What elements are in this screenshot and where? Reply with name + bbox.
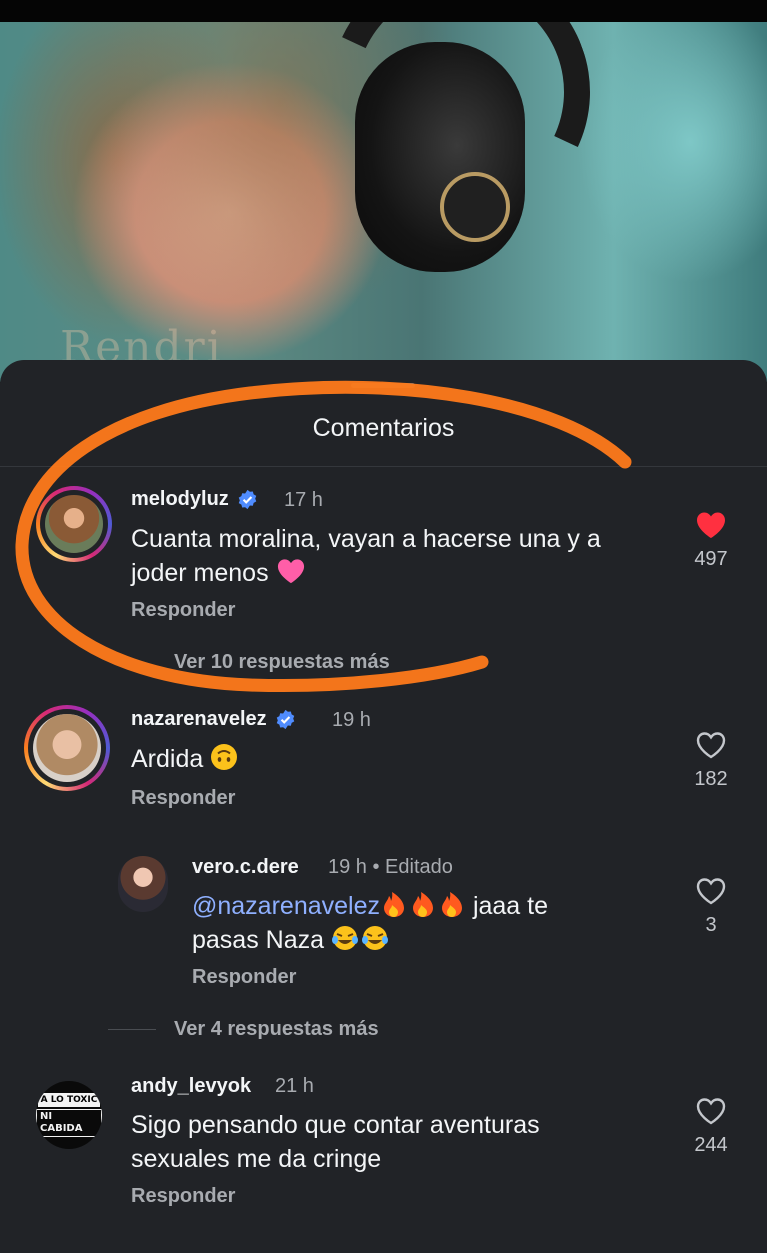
heart-outline-icon [696, 732, 726, 759]
mention-link[interactable]: @nazarenavelez [192, 892, 380, 920]
avatar[interactable] [118, 856, 168, 912]
avatar [45, 495, 103, 553]
verified-badge-icon [276, 709, 294, 730]
verified-badge-icon [238, 489, 257, 510]
like-count: 497 [694, 548, 728, 570]
comment-username[interactable]: nazarenavelez [131, 708, 296, 731]
divider [0, 466, 767, 467]
reply-button[interactable]: Responder [131, 787, 235, 810]
view-more-replies-label: Ver 4 respuestas más [174, 1018, 379, 1040]
avatar-story-ring[interactable] [24, 705, 110, 791]
view-more-replies-button[interactable]: Ver 10 respuestas más [174, 651, 390, 674]
headphones-detail [440, 172, 510, 242]
like-button[interactable]: 244 [681, 1096, 741, 1157]
comment-text-line-1: Sigo pensando que contar aventuras [131, 1111, 540, 1139]
comment-text-content: Ardida [131, 745, 204, 773]
status-bar [0, 0, 767, 22]
like-count: 244 [694, 1134, 728, 1156]
comment-text-line-1: Cuanta moralina, vayan a hacerse una y a [131, 525, 601, 553]
comment-text: Sigo pensando que contar aventuras sexua… [131, 1108, 540, 1176]
sheet-drag-handle[interactable] [351, 383, 415, 388]
comment-text: Ardida [131, 742, 238, 776]
comment-username[interactable]: andy_levyok [131, 1075, 251, 1098]
comment-time: 21 h [275, 1075, 314, 1097]
reply-text-line-2: pasas Naza [192, 926, 325, 954]
reply-button[interactable]: Responder [192, 966, 296, 989]
video-player[interactable]: Rendri [0, 22, 767, 382]
tears-of-joy-emoji-icon [331, 926, 388, 950]
avatar[interactable]: A LO TOXIC NI CABIDA [36, 1081, 102, 1149]
upside-down-face-emoji-icon [211, 744, 238, 770]
comment-text-line-2: joder menos [131, 559, 269, 587]
like-count: 3 [705, 914, 717, 936]
pink-heart-emoji-icon [277, 559, 304, 584]
view-more-replies-button[interactable]: Ver 4 respuestas más [108, 1018, 379, 1041]
comment-time: 17 h [284, 489, 323, 511]
comment-text-line-2: sexuales me da cringe [131, 1145, 382, 1173]
username-text: melodyluz [131, 488, 229, 510]
username-text: nazarenavelez [131, 708, 267, 730]
sheet-title: Comentarios [312, 414, 455, 442]
reply-text-after-mention: jaaa te [466, 892, 549, 920]
fire-emoji-icon [380, 892, 466, 920]
avatar-text-line-2: NI CABIDA [36, 1109, 102, 1137]
avatar [33, 714, 101, 782]
reply-text: @nazarenavelez jaaa te pasas Naza [192, 889, 652, 957]
heart-outline-icon [696, 1098, 726, 1125]
like-button[interactable]: 497 [681, 510, 741, 571]
reply-username[interactable]: vero.c.dere [192, 856, 299, 879]
comment-time: 19 h [332, 709, 371, 731]
heart-outline-icon [696, 878, 726, 905]
like-count: 182 [694, 768, 728, 790]
reply-button[interactable]: Responder [131, 1185, 235, 1208]
like-button[interactable]: 182 [681, 730, 741, 791]
avatar-story-ring[interactable] [36, 486, 112, 562]
like-button[interactable]: 3 [681, 876, 741, 937]
headphones-cup [355, 42, 525, 272]
reply-button[interactable]: Responder [131, 599, 235, 622]
reply-time: 19 h • Editado [328, 856, 453, 878]
divider [108, 1029, 156, 1030]
heart-filled-icon [697, 512, 725, 538]
comment-username[interactable]: melodyluz [131, 488, 258, 511]
avatar-text-line-1: A LO TOXIC [37, 1093, 101, 1107]
comment-text: Cuanta moralina, vayan a hacerse una y a… [131, 522, 601, 590]
